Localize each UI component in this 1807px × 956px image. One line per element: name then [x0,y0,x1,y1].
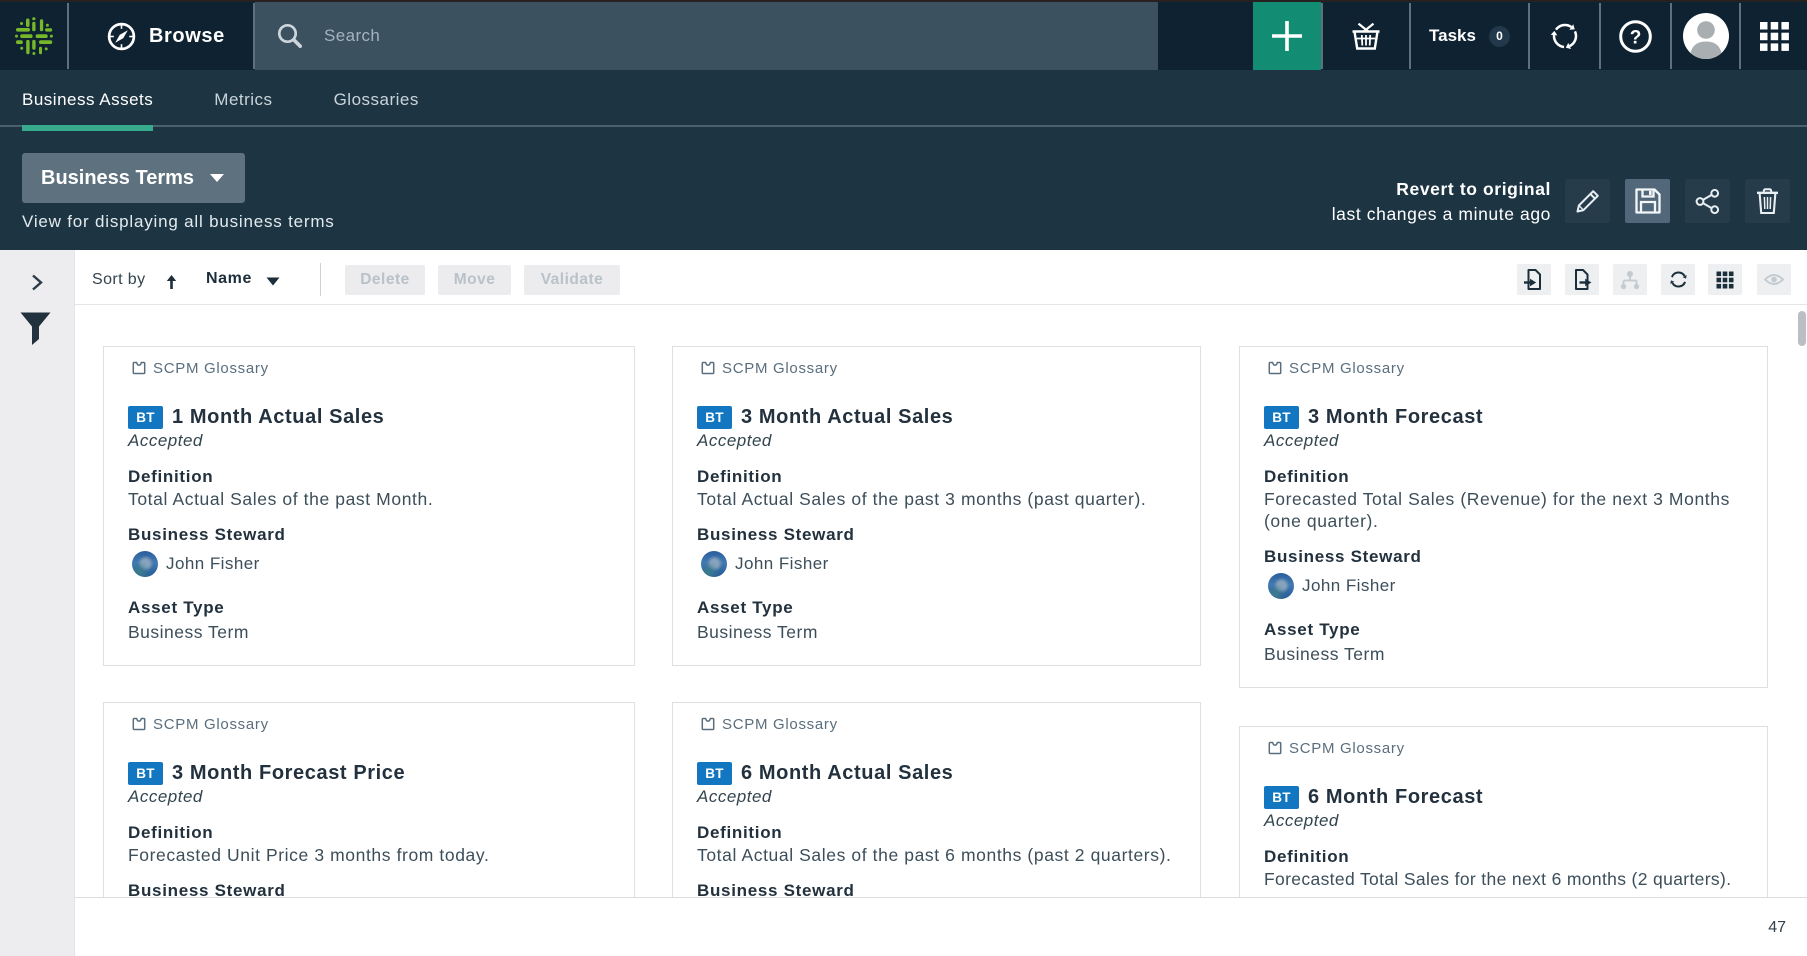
svg-text:?: ? [1630,27,1642,48]
